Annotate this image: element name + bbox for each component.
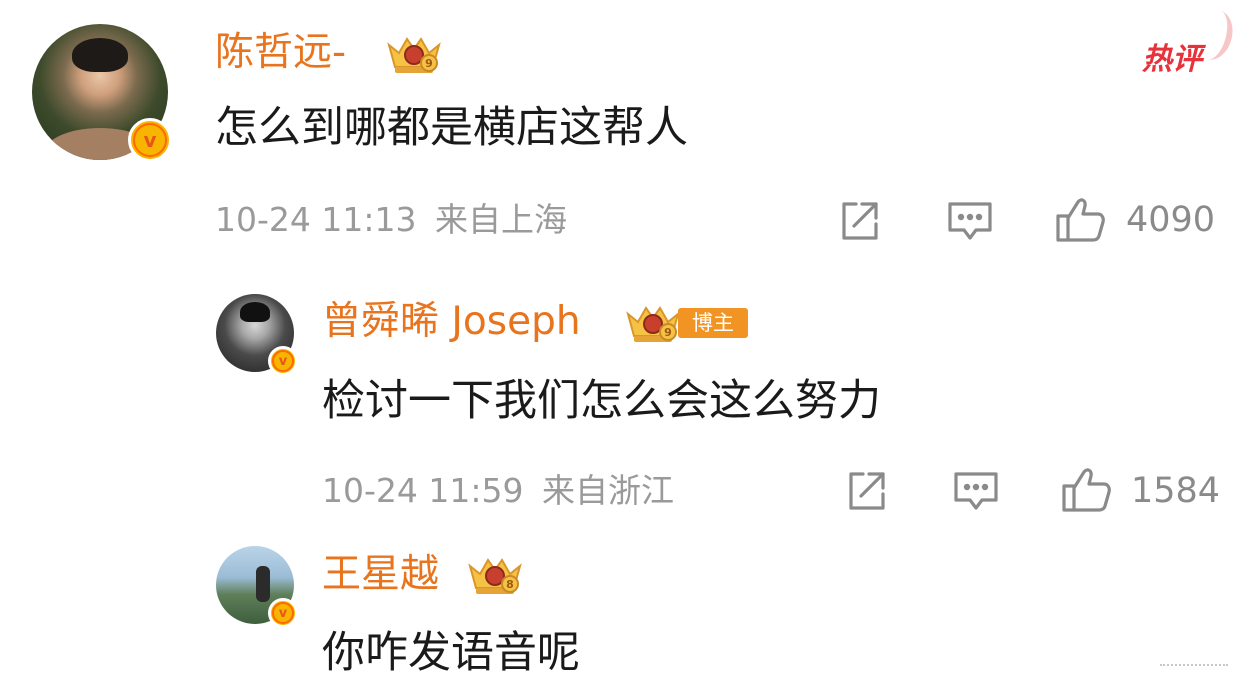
svg-text:8: 8	[506, 578, 514, 591]
avatar-hair	[240, 302, 270, 322]
hot-label: 热评	[1142, 42, 1202, 77]
watermark-mark	[1160, 664, 1228, 670]
like-count: 1584	[1131, 471, 1221, 511]
comment-bubble-icon[interactable]	[946, 198, 994, 248]
crown-badge-icon: 9	[624, 300, 682, 348]
comment-time: 10-24 11:13	[215, 200, 417, 239]
reply-text: 你咋发语音呢	[322, 628, 580, 678]
reply-author-name[interactable]: 王星越	[322, 555, 439, 594]
reply-timestamp: 10-24 11:59 来自浙江	[322, 474, 674, 507]
reply-time: 10-24 11:59	[322, 471, 524, 510]
reply-author-name[interactable]: 曾舜晞 Joseph	[322, 302, 581, 341]
avatar-hair	[72, 38, 128, 72]
thumbs-up-icon[interactable]	[1054, 194, 1108, 250]
verified-v-icon: v	[268, 598, 298, 628]
verified-v-icon: v	[128, 118, 172, 162]
crown-badge-icon: 9	[385, 31, 443, 79]
avatar-figure	[256, 566, 270, 602]
svg-text:9: 9	[664, 326, 672, 339]
comment-timestamp: 10-24 11:13 来自上海	[215, 203, 567, 236]
hot-comment-badge: 热评	[1142, 34, 1202, 78]
comment-bubble-icon[interactable]	[952, 468, 1000, 518]
verified-v-icon: v	[268, 346, 298, 376]
thumbs-up-icon[interactable]	[1060, 464, 1114, 520]
svg-text:9: 9	[425, 57, 433, 70]
reply-text: 检讨一下我们怎么会这么努力	[322, 376, 881, 426]
comment-author-name[interactable]: 陈哲远-	[215, 33, 346, 72]
crown-badge-icon: 8	[466, 552, 524, 600]
share-external-icon[interactable]	[843, 468, 889, 518]
comment-location: 来自上海	[434, 200, 567, 239]
like-count: 4090	[1126, 200, 1216, 240]
share-external-icon[interactable]	[836, 198, 882, 248]
reply-location: 来自浙江	[541, 471, 674, 510]
blogger-tag: 博主	[678, 308, 748, 338]
comment-text: 怎么到哪都是横店这帮人	[215, 103, 688, 153]
